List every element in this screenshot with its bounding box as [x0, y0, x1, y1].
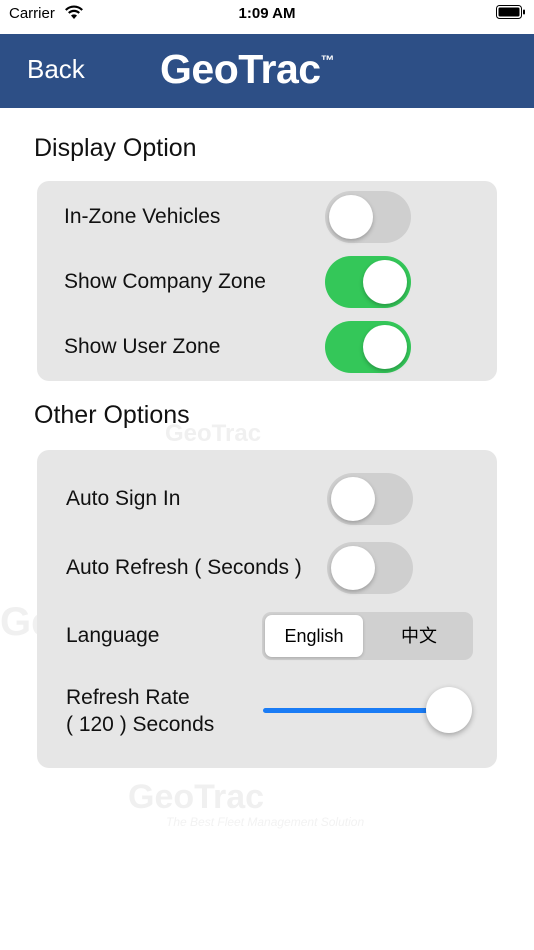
- toggle-knob: [331, 546, 375, 590]
- watermark-tagline: The Best Fleet Management Solution: [166, 815, 365, 829]
- refresh-rate-label: Refresh Rate: [66, 686, 190, 709]
- show-company-zone-label: Show Company Zone: [64, 270, 266, 293]
- back-button[interactable]: Back: [27, 54, 85, 85]
- language-option-english[interactable]: English: [265, 615, 363, 657]
- toggle-knob: [363, 260, 407, 304]
- nav-bar: Back GeoTrac™: [0, 34, 534, 108]
- brand-logo: GeoTrac™: [160, 46, 335, 93]
- brand-trademark: ™: [320, 52, 335, 68]
- status-bar: Carrier 1:09 AM: [0, 0, 534, 34]
- display-option-panel: In-Zone Vehicles Show Company Zone Show …: [37, 181, 497, 381]
- other-options-title: Other Options: [34, 401, 190, 429]
- toggle-knob: [329, 195, 373, 239]
- refresh-rate-slider-track[interactable]: [263, 708, 453, 713]
- language-label: Language: [66, 624, 160, 647]
- watermark-logo: GeoTrac: [128, 778, 265, 816]
- auto-sign-in-toggle[interactable]: [327, 473, 413, 525]
- auto-refresh-label: Auto Refresh ( Seconds ): [66, 556, 302, 579]
- show-user-zone-label: Show User Zone: [64, 335, 221, 358]
- language-option-chinese[interactable]: 中文: [368, 615, 470, 657]
- status-time: 1:09 AM: [238, 5, 296, 22]
- in-zone-vehicles-toggle[interactable]: [325, 191, 411, 243]
- auto-sign-in-label: Auto Sign In: [66, 487, 181, 510]
- refresh-rate-slider-thumb[interactable]: [426, 687, 472, 733]
- language-segmented-control: English 中文: [262, 612, 473, 660]
- toggle-knob: [363, 325, 407, 369]
- show-company-zone-toggle[interactable]: [325, 256, 411, 308]
- show-user-zone-toggle[interactable]: [325, 321, 411, 373]
- toggle-knob: [331, 477, 375, 521]
- in-zone-vehicles-label: In-Zone Vehicles: [64, 205, 221, 228]
- battery-icon: [496, 5, 525, 19]
- brand-name: GeoTrac: [160, 46, 321, 92]
- display-option-title: Display Option: [34, 134, 197, 162]
- refresh-rate-value-label: ( 120 ) Seconds: [66, 713, 215, 736]
- other-options-panel: Auto Sign In Auto Refresh ( Seconds ) La…: [37, 450, 497, 768]
- auto-refresh-toggle[interactable]: [327, 542, 413, 594]
